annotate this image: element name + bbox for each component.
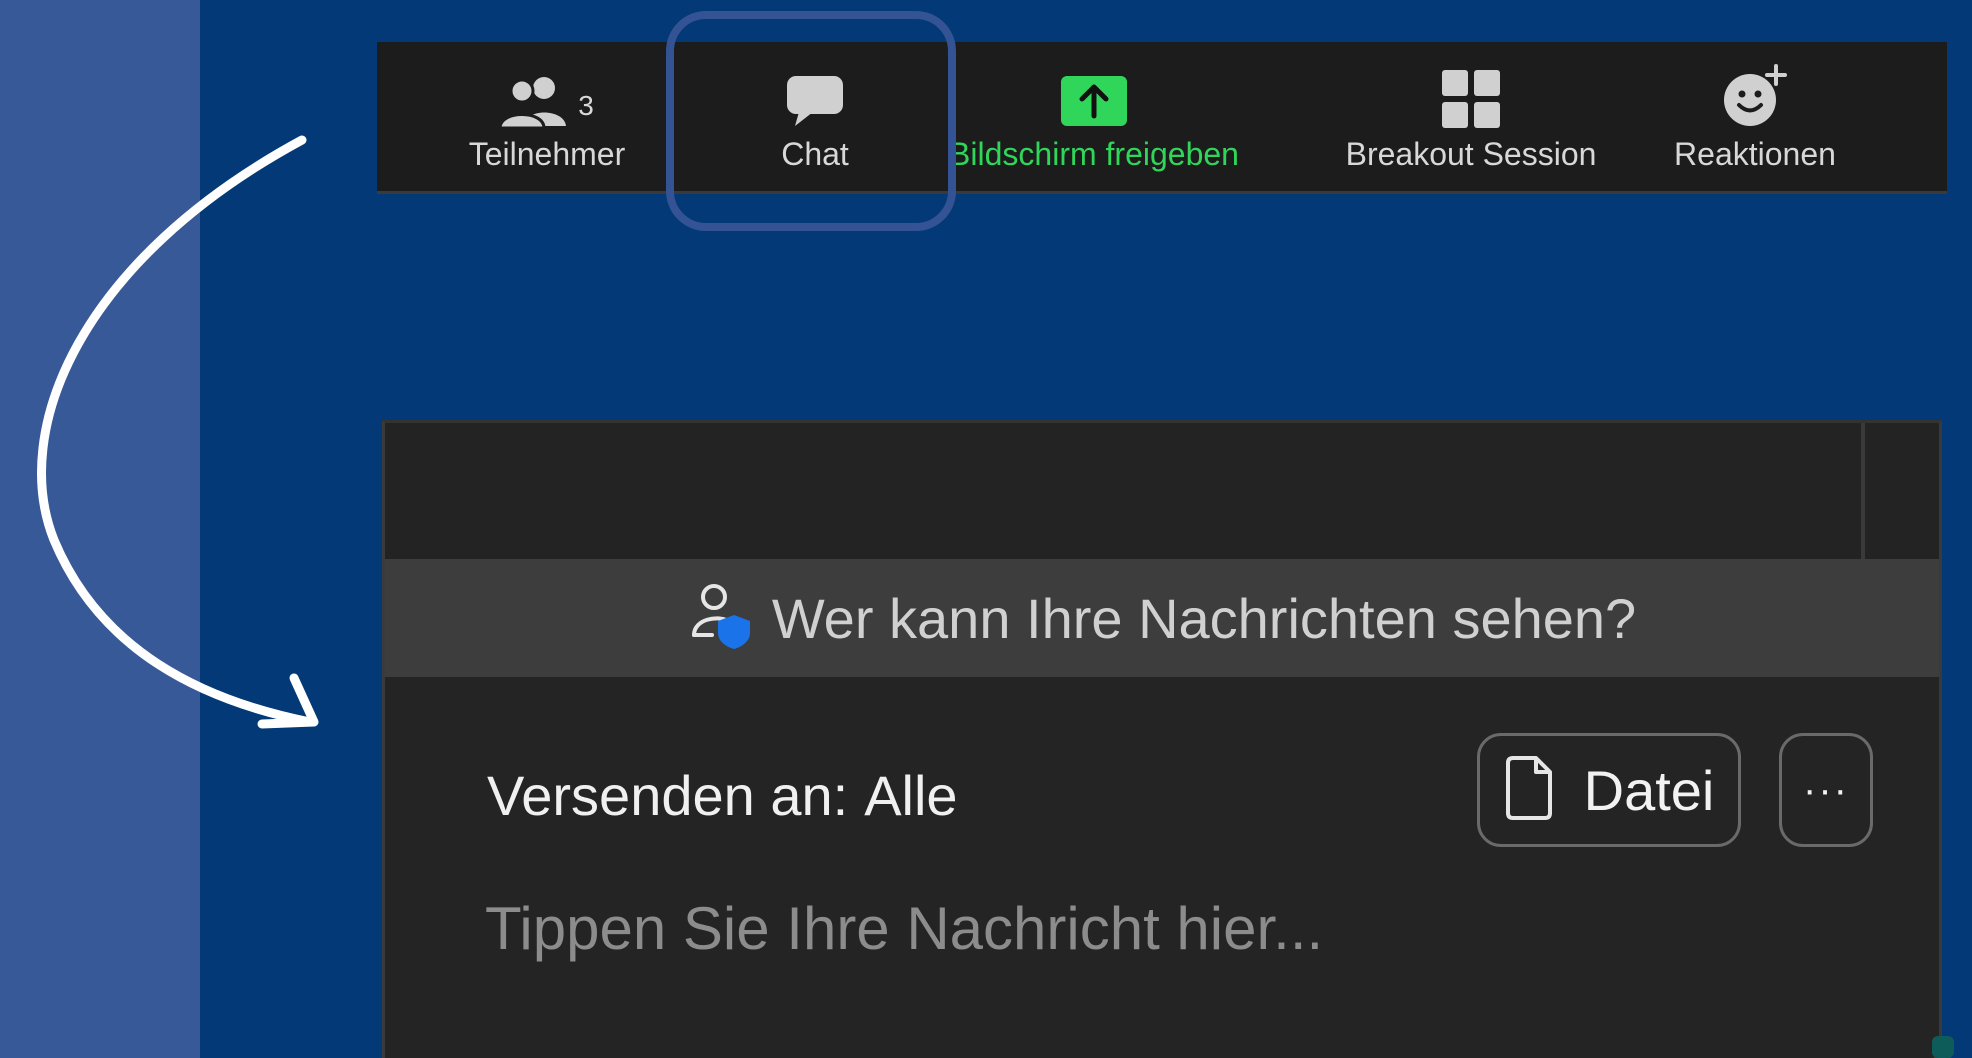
participant-count: 3 (578, 90, 594, 121)
send-to-value: Alle (864, 764, 958, 827)
privacy-notice-text: Wer kann Ihre Nachrichten sehen? (771, 586, 1637, 650)
send-to-selector[interactable]: Versenden an: Alle (487, 763, 958, 828)
share-screen-icon (1059, 42, 1129, 134)
privacy-notice-bar[interactable]: Wer kann Ihre Nachrichten sehen? (385, 559, 1939, 677)
chat-panel: Wer kann Ihre Nachrichten sehen? Versend… (382, 420, 1942, 1058)
add-reaction-icon (1722, 42, 1788, 134)
meeting-toolbar: 3 Teilnehmer Chat Bildschirm freigeben B… (377, 42, 1947, 194)
message-input[interactable] (485, 873, 1835, 983)
reactions-button[interactable]: Reaktionen (1657, 42, 1853, 194)
breakout-session-label: Breakout Session (1345, 136, 1597, 172)
share-screen-button[interactable]: Bildschirm freigeben (949, 42, 1239, 194)
ellipsis-icon: ··· (1803, 767, 1849, 812)
participants-icon: 3 (500, 42, 594, 134)
scrollbar-track (1861, 423, 1865, 559)
share-screen-label: Bildschirm freigeben (949, 136, 1239, 172)
reactions-label: Reaktionen (1674, 136, 1836, 172)
file-icon (1504, 755, 1554, 826)
file-button-label: Datei (1583, 758, 1715, 822)
window-corner (1932, 1036, 1954, 1058)
chat-highlight-frame (666, 11, 956, 231)
send-to-label: Versenden an: (487, 764, 849, 827)
chat-messages-area (385, 423, 1939, 559)
participants-button[interactable]: 3 Teilnehmer (457, 42, 637, 194)
user-shield-icon (688, 581, 754, 656)
more-options-button[interactable]: ··· (1779, 733, 1873, 847)
breakout-session-button[interactable]: Breakout Session (1329, 42, 1613, 194)
participants-label: Teilnehmer (468, 136, 626, 172)
file-button[interactable]: Datei (1477, 733, 1741, 847)
grid-icon (1442, 42, 1500, 134)
